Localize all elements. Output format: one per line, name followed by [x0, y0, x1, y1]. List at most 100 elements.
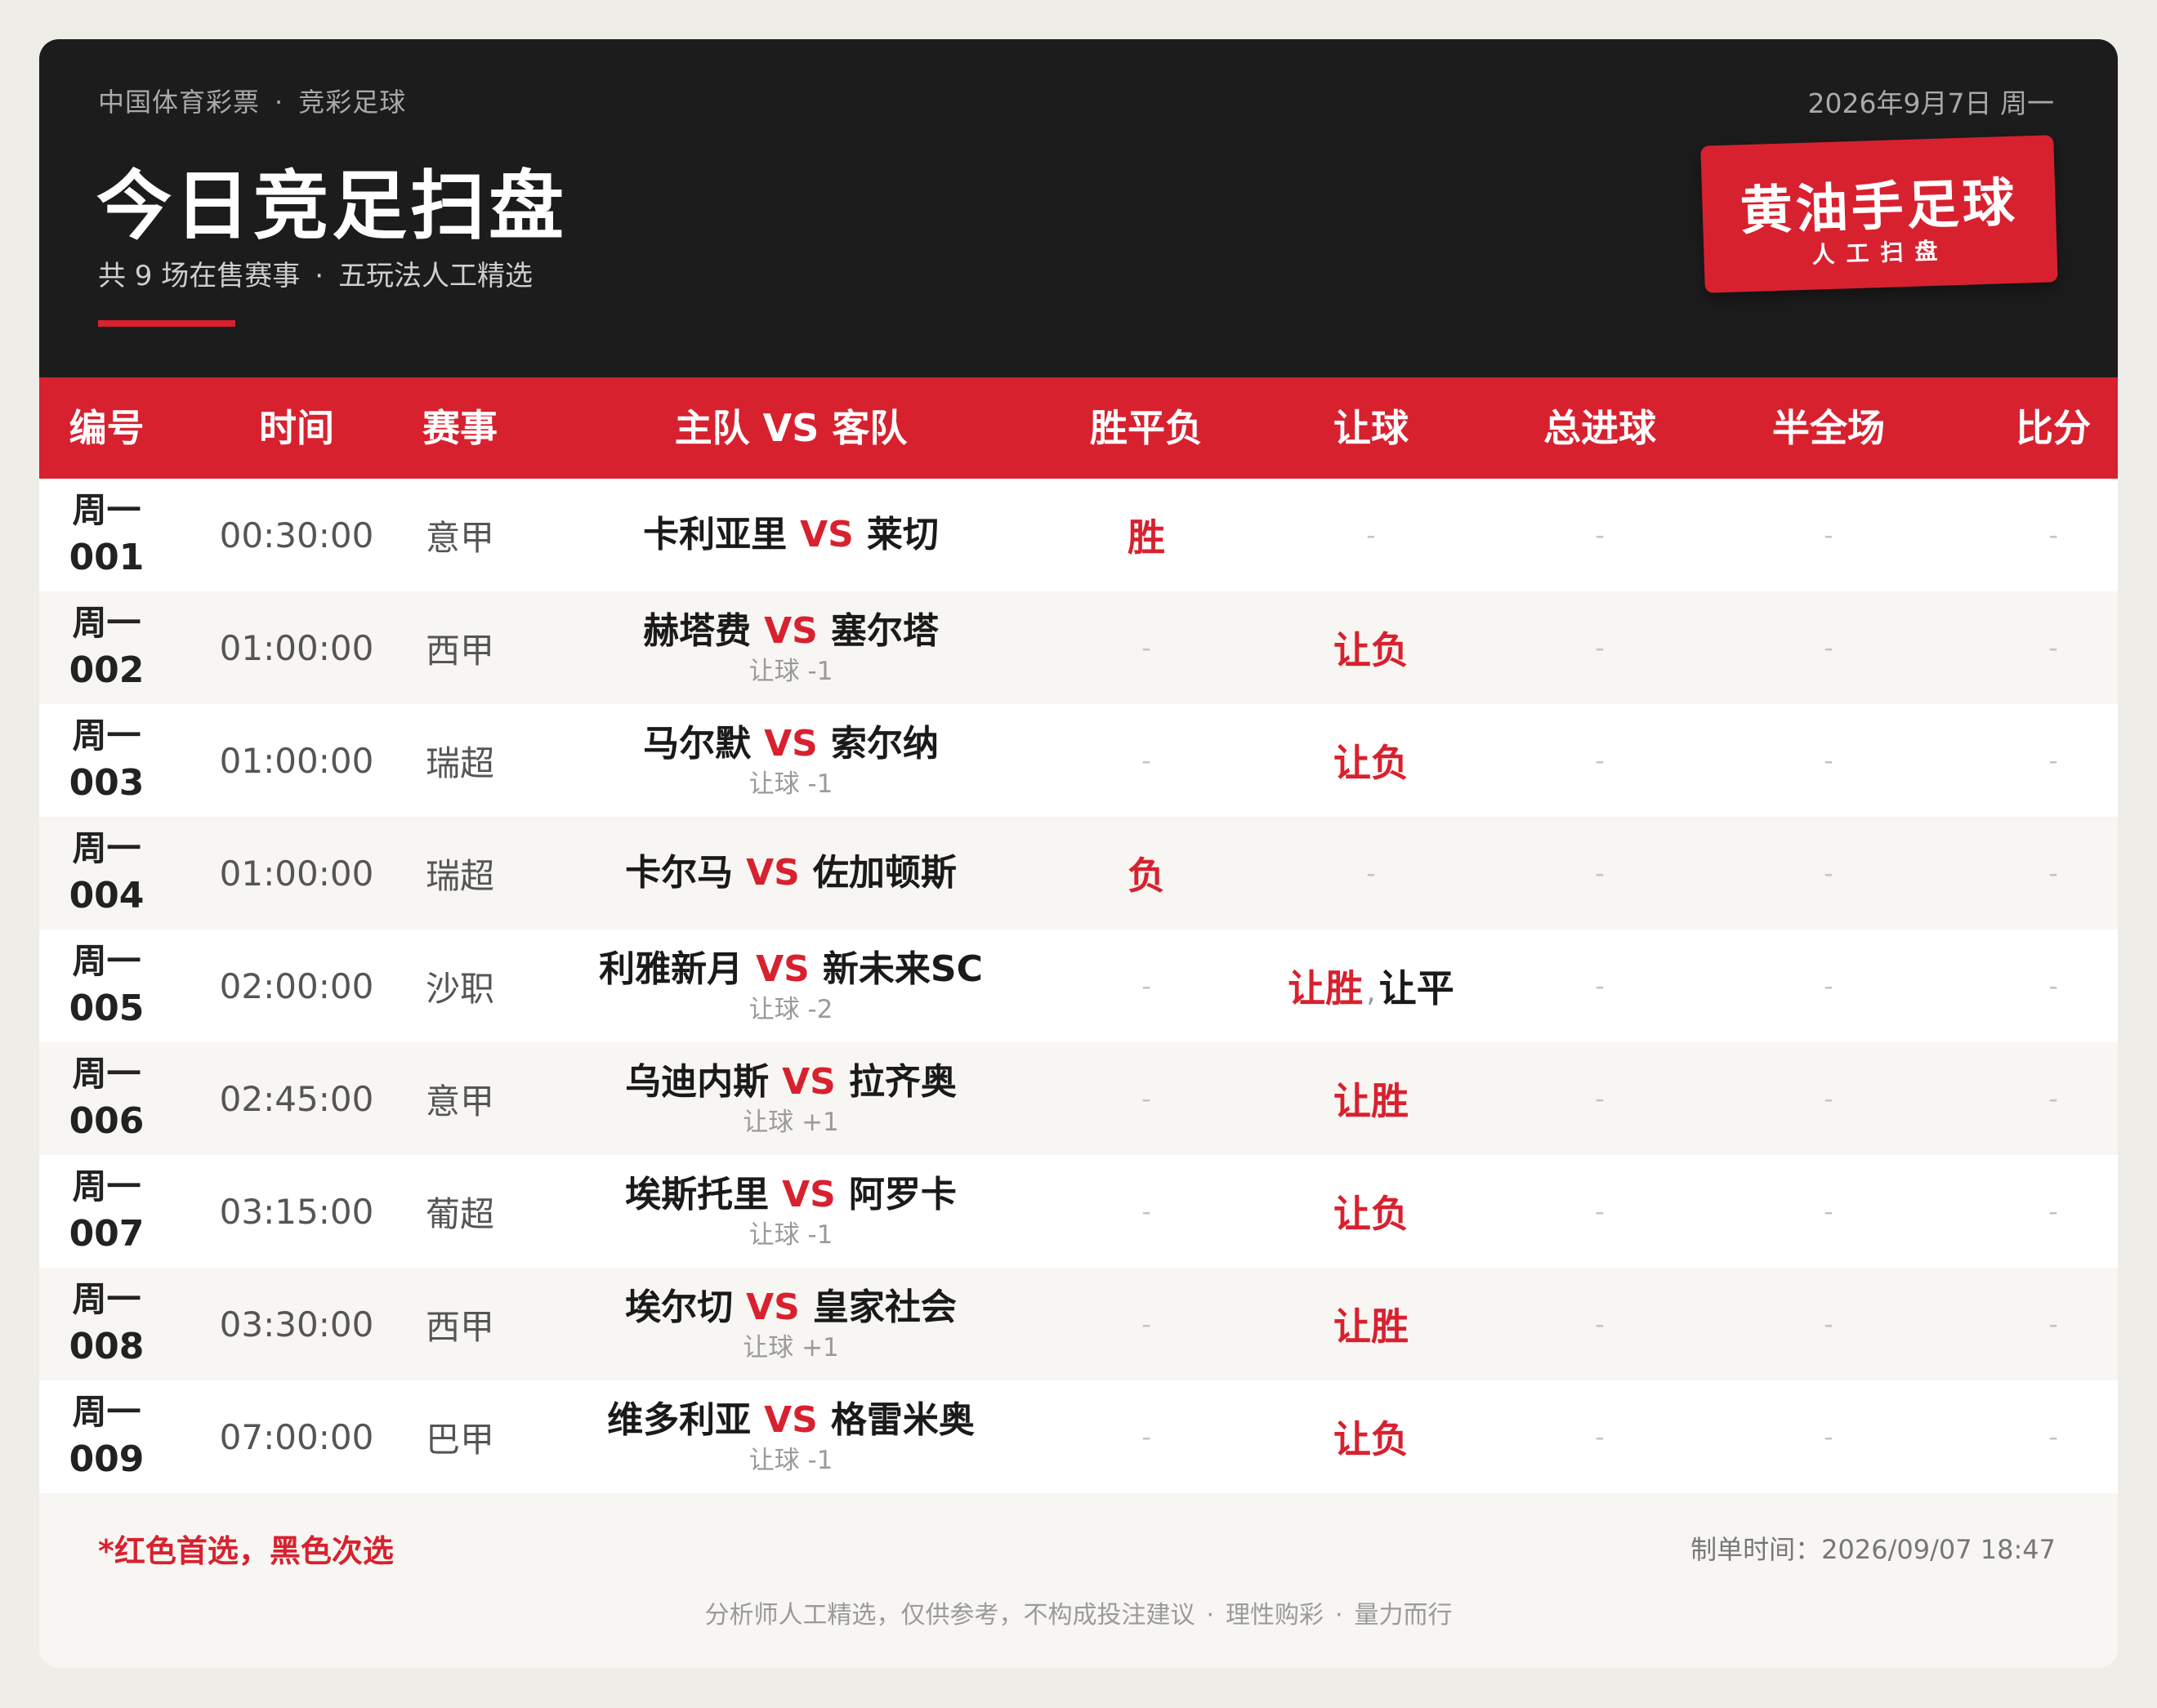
match-weekday: 周一: [72, 1279, 141, 1319]
empty-dash: -: [1141, 1421, 1151, 1452]
empty-dash: -: [1824, 1421, 1833, 1452]
empty-dash: -: [1141, 1309, 1151, 1340]
brand-name: 中国体育彩票: [98, 87, 261, 118]
disclaimer-dot: ·: [1206, 1601, 1214, 1630]
match-weekday: 周一: [72, 828, 141, 868]
disclaimer-rational: 理性购彩: [1226, 1601, 1324, 1630]
match-teams-cell: 维多利亚 VS 格雷米奥 让球 -1: [562, 1380, 1020, 1493]
product-name: 竞彩足球: [298, 87, 407, 118]
home-team: 马尔默: [643, 723, 752, 765]
handicap-line: 让球 -1: [748, 657, 833, 686]
vs-label: VS: [782, 1061, 836, 1103]
vs-label: VS: [800, 514, 854, 555]
score-cell: -: [1910, 479, 2118, 591]
teams-line: 乌迪内斯 VS 拉齐奥: [625, 1059, 957, 1106]
match-id-cell: 周一 008: [39, 1268, 174, 1380]
empty-dash: -: [1824, 1309, 1833, 1340]
subtitle-desc: 五玩法人工精选: [338, 260, 534, 292]
empty-dash: -: [1824, 1083, 1833, 1114]
score-cell: -: [1910, 1155, 2118, 1268]
table-row: 周一 002 01:00:00 西甲 赫塔费 VS 塞尔塔 让球 -1 - 让负 -…: [39, 591, 2118, 704]
handicap-line: 让球 -1: [748, 1220, 833, 1250]
match-id-cell: 周一 009: [39, 1380, 174, 1493]
handicap-line: 让球 +1: [743, 1333, 839, 1362]
match-weekday: 周一: [72, 1054, 141, 1094]
empty-dash: -: [1824, 632, 1833, 663]
vs-label: VS: [746, 852, 800, 894]
teams-line: 埃斯托里 VS 阿罗卡: [625, 1171, 957, 1219]
home-team: 利雅新月: [599, 948, 744, 990]
empty-dash: -: [1366, 858, 1376, 889]
match-weekday: 周一: [72, 716, 141, 756]
empty-dash: -: [1366, 520, 1376, 551]
handicap-pick-secondary: 让平: [1378, 966, 1454, 1010]
empty-dash: -: [1595, 1421, 1605, 1452]
vs-label: VS: [782, 1174, 836, 1215]
teams-line: 埃尔切 VS 皇家社会: [625, 1284, 957, 1331]
result-pick: 负: [1128, 854, 1165, 898]
vs-label: VS: [746, 1287, 800, 1328]
match-id-cell: 周一 006: [39, 1042, 174, 1155]
pick-separator: ,: [1366, 975, 1376, 1009]
table-row: 周一 004 01:00:00 瑞超 卡尔马 VS 佐加顿斯 负 - - - -: [39, 817, 2118, 930]
score-cell: -: [1910, 704, 2118, 817]
table-row: 周一 001 00:30:00 意甲 卡利亚里 VS 莱切 胜 - - - -: [39, 479, 2118, 591]
league-name: 瑞超: [425, 855, 494, 896]
col-header-id: 编号: [69, 406, 145, 450]
empty-dash: -: [2048, 1083, 2058, 1114]
match-id-cell: 周一 002: [39, 591, 174, 704]
handicap-pick-primary: 让负: [1333, 741, 1409, 785]
away-team: 佐加顿斯: [812, 852, 957, 894]
match-weekday: 周一: [72, 941, 141, 981]
empty-dash: -: [1595, 745, 1605, 776]
away-team: 格雷米奥: [830, 1399, 975, 1441]
score-cell: -: [1910, 1268, 2118, 1380]
match-number: 003: [69, 762, 145, 804]
handicap-pick-primary: 让负: [1333, 1417, 1409, 1461]
handicap-line: 让球 +1: [743, 1108, 839, 1137]
result-pick: 胜: [1128, 515, 1165, 560]
empty-dash: -: [1824, 858, 1833, 889]
away-team: 新未来SC: [822, 948, 983, 990]
handicap-pick-primary: 让负: [1333, 1192, 1409, 1236]
match-weekday: 周一: [72, 603, 141, 643]
disclaimer-dot: ·: [1335, 1601, 1343, 1630]
teams-line: 利雅新月 VS 新未来SC: [599, 946, 983, 993]
empty-dash: -: [1141, 1196, 1151, 1227]
subtitle: 共 9 场在售赛事 · 五玩法人工精选: [98, 253, 533, 293]
home-team: 维多利亚: [607, 1399, 752, 1441]
home-team: 埃斯托里: [625, 1174, 770, 1215]
handicap-line: 让球 -1: [748, 1446, 833, 1475]
match-teams-cell: 埃斯托里 VS 阿罗卡 让球 -1: [562, 1155, 1020, 1268]
away-team: 拉齐奥: [848, 1061, 957, 1103]
made-time: 制单时间：2026/09/07 18:47: [1690, 1534, 2056, 1565]
match-number: 004: [69, 875, 145, 916]
vs-label: VS: [764, 1399, 818, 1441]
away-team: 塞尔塔: [830, 610, 939, 652]
teams-line: 维多利亚 VS 格雷米奥: [607, 1397, 975, 1444]
empty-dash: -: [1824, 745, 1833, 776]
table-row: 周一 007 03:15:00 葡超 埃斯托里 VS 阿罗卡 让球 -1 - 让负 …: [39, 1155, 2118, 1268]
empty-dash: -: [1595, 970, 1605, 1001]
match-weekday: 周一: [72, 1392, 141, 1432]
match-number: 005: [69, 988, 145, 1029]
empty-dash: -: [1595, 1083, 1605, 1114]
home-team: 赫塔费: [643, 610, 752, 652]
table-row: 周一 008 03:30:00 西甲 埃尔切 VS 皇家社会 让球 +1 - 让胜 …: [39, 1268, 2118, 1380]
empty-dash: -: [1595, 1309, 1605, 1340]
match-teams-cell: 赫塔费 VS 塞尔塔 让球 -1: [562, 591, 1020, 704]
brand-line: 中国体育彩票 · 竞彩足球: [98, 82, 406, 119]
away-team: 莱切: [866, 514, 939, 555]
match-id-cell: 周一 001: [39, 479, 174, 591]
disclaimer: 分析师人工精选，仅供参考，不构成投注建议 · 理性购彩 · 量力而行: [39, 1594, 2118, 1630]
page-title: 今日竞足扫盘: [96, 163, 568, 250]
match-id-cell: 周一 004: [39, 817, 174, 930]
legend-note: *红色首选，黑色次选: [98, 1533, 394, 1569]
empty-dash: -: [2048, 1309, 2058, 1340]
away-team: 索尔纳: [830, 723, 939, 765]
empty-dash: -: [1595, 632, 1605, 663]
disclaimer-moderate: 量力而行: [1354, 1601, 1453, 1630]
title-underline: [98, 320, 235, 327]
empty-dash: -: [2048, 970, 2058, 1001]
empty-dash: -: [1141, 745, 1151, 776]
